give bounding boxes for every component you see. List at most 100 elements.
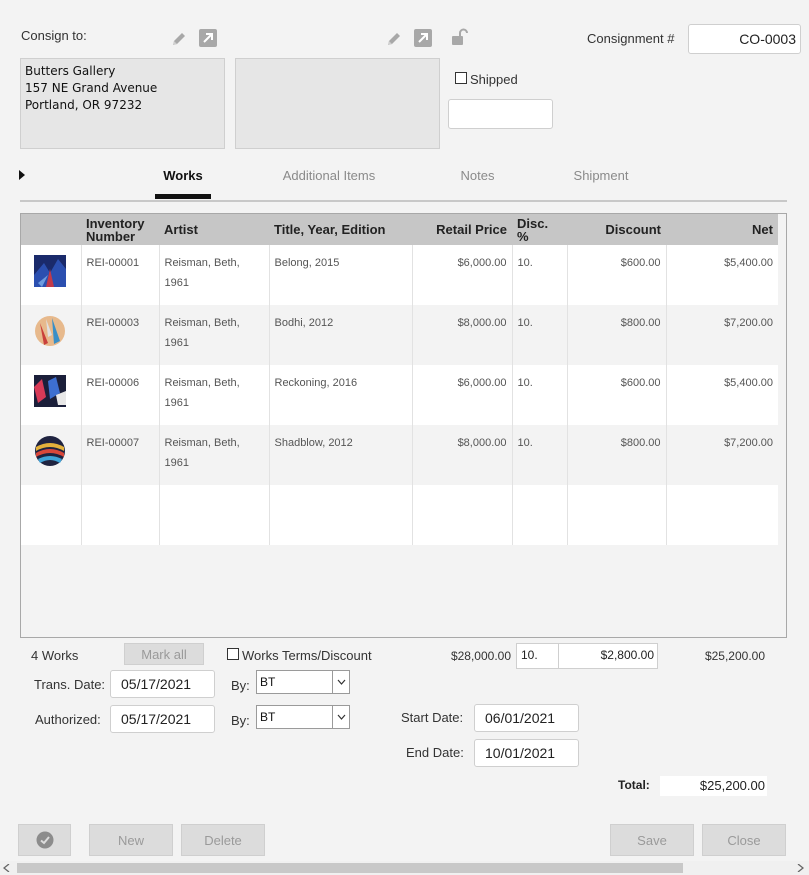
retail-cell: $8,000.00 <box>412 425 513 485</box>
inventory-cell: REI-00006 <box>81 365 160 425</box>
pencil-icon[interactable] <box>170 30 188 48</box>
total-discount-input[interactable]: $2,800.00 <box>560 644 657 668</box>
checkmark-circle-icon <box>36 831 53 849</box>
close-button[interactable]: Close <box>702 824 786 856</box>
thumb-shadblow <box>35 436 65 466</box>
summary-discount-box: 10. $2,800.00 <box>516 643 658 669</box>
column-header-net[interactable]: Net <box>666 214 778 245</box>
discount-cell: $800.00 <box>567 425 667 485</box>
retail-cell: $6,000.00 <box>412 365 513 425</box>
trans-date-label: Trans. Date: <box>34 677 106 692</box>
artist-cell: Reisman, Beth, 1961 <box>159 245 270 305</box>
table-row[interactable]: REI-00007 Reisman, Beth, 1961 Shadblow, … <box>21 425 778 485</box>
column-header-inventory[interactable]: Inventory Number <box>81 214 159 245</box>
pencil-icon[interactable] <box>385 30 403 48</box>
column-header-retail-price[interactable]: Retail Price <box>412 214 512 245</box>
scrollbar-thumb[interactable] <box>17 863 683 873</box>
column-header-disc-pct[interactable]: Disc. % <box>512 214 567 245</box>
column-header-title[interactable]: Title, Year, Edition <box>269 214 412 245</box>
discount-cell: $600.00 <box>567 365 667 425</box>
confirm-button[interactable] <box>18 824 71 856</box>
consignment-number-label: Consignment # <box>587 31 675 46</box>
consignment-number-input[interactable]: CO-0003 <box>688 24 801 54</box>
shipped-label: Shipped <box>470 72 518 87</box>
address-line: 157 NE Grand Avenue <box>25 81 158 95</box>
title-cell: Shadblow, 2012 <box>269 425 413 485</box>
net-cell: $5,400.00 <box>666 245 778 305</box>
horizontal-scrollbar[interactable] <box>0 861 809 875</box>
consign-to-label: Consign to: <box>21 28 87 43</box>
open-external-icon[interactable] <box>199 29 217 47</box>
table-row[interactable]: REI-00001 Reisman, Beth, 1961 Belong, 20… <box>21 245 778 305</box>
total-value: $25,200.00 <box>660 776 767 796</box>
thumb-belong <box>34 255 66 287</box>
expand-triangle-icon[interactable] <box>19 170 25 180</box>
chevron-down-icon <box>332 671 349 693</box>
tab-shipment[interactable]: Shipment <box>566 168 636 183</box>
trans-by-select[interactable]: BT <box>256 670 350 694</box>
authorized-date-input[interactable]: 05/17/2021 <box>110 705 215 733</box>
chevron-down-icon <box>332 706 349 728</box>
authorized-by-select[interactable]: BT <box>256 705 350 729</box>
thumbnail-cell <box>21 305 82 365</box>
thumbnail-cell <box>21 365 82 425</box>
thumb-reckoning <box>34 375 66 407</box>
start-date-input[interactable]: 06/01/2021 <box>474 704 579 732</box>
authorized-by-value: BT <box>260 710 276 724</box>
shipped-date-input[interactable] <box>448 99 553 129</box>
save-button[interactable]: Save <box>610 824 694 856</box>
active-tab-indicator <box>155 194 211 199</box>
inventory-cell: REI-00007 <box>81 425 160 485</box>
discount-cell: $800.00 <box>567 305 667 365</box>
secondary-address-box[interactable] <box>235 58 440 149</box>
trans-date-input[interactable]: 05/17/2021 <box>110 670 215 698</box>
thumbnail-cell <box>21 245 82 305</box>
end-date-input[interactable]: 10/01/2021 <box>474 739 579 767</box>
net-cell: $7,200.00 <box>666 305 778 365</box>
thumbnail-cell <box>21 425 82 485</box>
artist-cell: Reisman, Beth, 1961 <box>159 425 270 485</box>
retail-cell: $8,000.00 <box>412 305 513 365</box>
table-row[interactable]: REI-00006 Reisman, Beth, 1961 Reckoning,… <box>21 365 778 425</box>
discount-cell: $600.00 <box>567 245 667 305</box>
total-disc-pct-input[interactable]: 10. <box>517 644 559 668</box>
works-count: 4 Works <box>31 648 79 663</box>
new-button[interactable]: New <box>89 824 173 856</box>
retail-cell: $6,000.00 <box>412 245 513 305</box>
shipped-checkbox[interactable] <box>455 72 467 84</box>
works-terms-label: Works Terms/Discount <box>242 648 372 663</box>
title-cell: Bodhi, 2012 <box>269 305 413 365</box>
column-header-discount[interactable]: Discount <box>567 214 666 245</box>
tab-additional-items[interactable]: Additional Items <box>272 168 386 183</box>
delete-button[interactable]: Delete <box>181 824 265 856</box>
end-date-label: End Date: <box>406 745 464 760</box>
total-label: Total: <box>618 778 650 792</box>
column-header-artist[interactable]: Artist <box>159 214 269 245</box>
table-header-row: Inventory Number Artist Title, Year, Edi… <box>21 214 778 245</box>
inventory-cell: REI-00003 <box>81 305 160 365</box>
tab-divider <box>20 200 787 202</box>
unlock-icon[interactable] <box>451 28 469 46</box>
address-line: Butters Gallery <box>25 64 116 78</box>
open-external-icon[interactable] <box>414 29 432 47</box>
address-line: Portland, OR 97232 <box>25 98 143 112</box>
scroll-right-icon[interactable] <box>796 864 804 872</box>
title-cell: Belong, 2015 <box>269 245 413 305</box>
start-date-label: Start Date: <box>401 710 464 725</box>
title-cell: Reckoning, 2016 <box>269 365 413 425</box>
artist-cell: Reisman, Beth, 1961 <box>159 365 270 425</box>
table-row[interactable]: REI-00003 Reisman, Beth, 1961 Bodhi, 201… <box>21 305 778 365</box>
authorized-label: Authorized: <box>35 712 101 727</box>
total-net: $25,200.00 <box>704 649 765 663</box>
tab-notes[interactable]: Notes <box>450 168 505 183</box>
mark-all-button[interactable]: Mark all <box>124 643 204 665</box>
authorized-by-label: By: <box>231 713 250 728</box>
empty-table-row[interactable] <box>21 485 778 545</box>
works-terms-checkbox[interactable] <box>227 648 239 660</box>
column-header-thumb <box>21 214 81 245</box>
tab-works[interactable]: Works <box>155 168 211 183</box>
consign-to-address[interactable]: Butters Gallery 157 NE Grand Avenue Port… <box>20 58 225 149</box>
scroll-left-icon[interactable] <box>3 864 11 872</box>
net-cell: $7,200.00 <box>666 425 778 485</box>
works-table: Inventory Number Artist Title, Year, Edi… <box>20 213 787 638</box>
